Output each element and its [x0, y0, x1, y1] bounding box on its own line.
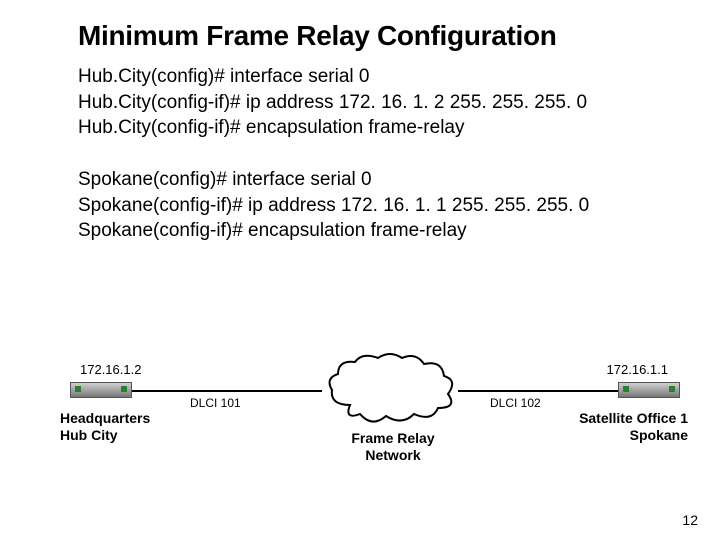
dlci-label-left: DLCI 101 [190, 396, 241, 410]
slide-title: Minimum Frame Relay Configuration [78, 20, 680, 52]
ip-label-left: 172.16.1.2 [80, 362, 141, 377]
config-block-hubcity: Hub.City(config)# interface serial 0 Hub… [78, 64, 680, 141]
router-icon [70, 382, 132, 398]
site-label-line2: Hub City [60, 427, 118, 443]
config-line: Spokane(config-if)# encapsulation frame-… [78, 218, 680, 244]
cloud-label: Frame Relay Network [318, 430, 468, 464]
page-number: 12 [682, 512, 698, 528]
link-line [132, 390, 322, 392]
config-line: Hub.City(config-if)# encapsulation frame… [78, 115, 680, 141]
cloud-label-line2: Network [365, 447, 420, 463]
cloud-icon [320, 350, 460, 430]
config-line: Spokane(config-if)# ip address 172. 16. … [78, 193, 680, 219]
cloud-label-line1: Frame Relay [351, 430, 434, 446]
config-block-spokane: Spokane(config)# interface serial 0 Spok… [78, 167, 680, 244]
config-line: Hub.City(config)# interface serial 0 [78, 64, 680, 90]
network-diagram: 172.16.1.2 172.16.1.1 DLCI 101 DLCI 102 … [70, 340, 680, 480]
site-label-right: Satellite Office 1 Spokane [579, 410, 688, 444]
config-line: Spokane(config)# interface serial 0 [78, 167, 680, 193]
config-line: Hub.City(config-if)# ip address 172. 16.… [78, 90, 680, 116]
router-icon [618, 382, 680, 398]
link-line [458, 390, 618, 392]
site-label-line1: Headquarters [60, 410, 150, 426]
site-label-line1: Satellite Office 1 [579, 410, 688, 426]
site-label-line2: Spokane [579, 427, 688, 444]
site-label-left: Headquarters Hub City [60, 410, 150, 444]
dlci-label-right: DLCI 102 [490, 396, 541, 410]
ip-label-right: 172.16.1.1 [607, 362, 668, 377]
